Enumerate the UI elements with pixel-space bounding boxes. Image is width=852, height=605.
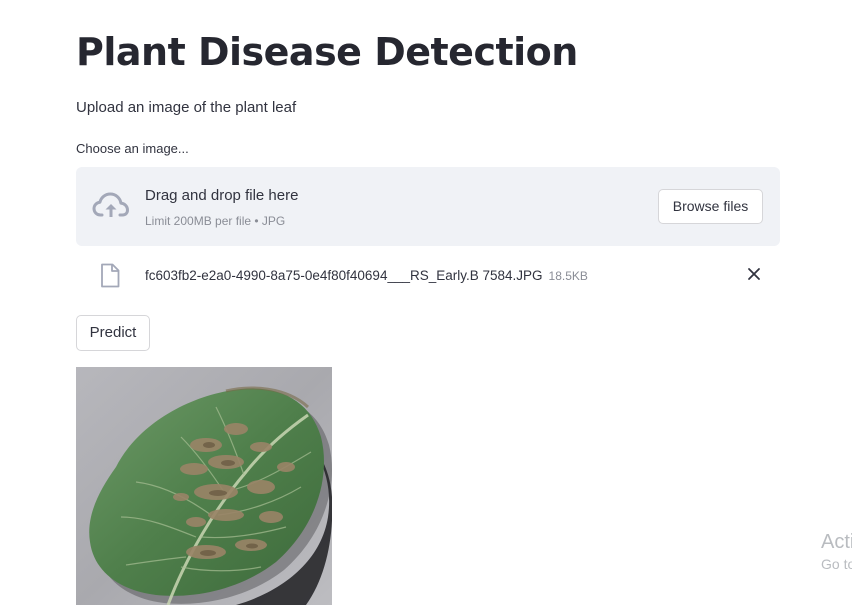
uploaded-file-size: 18.5KB [548, 269, 588, 283]
predict-button[interactable]: Predict [76, 315, 150, 351]
file-icon [101, 263, 120, 288]
uploaded-file-item: fc603fb2-e2a0-4990-8a75-0e4f80f40694___R… [76, 258, 780, 294]
close-icon[interactable] [747, 267, 761, 281]
page-title: Plant Disease Detection [76, 30, 578, 74]
cloud-upload-icon [92, 192, 129, 217]
file-dropzone[interactable]: Drag and drop file here Limit 200MB per … [76, 167, 780, 246]
watermark-line-2: Go to [821, 556, 852, 572]
leaf-photo [76, 367, 332, 605]
watermark-line-1: Acti [821, 531, 852, 553]
uploaded-file-name: fc603fb2-e2a0-4990-8a75-0e4f80f40694___R… [145, 267, 588, 285]
browse-files-button[interactable]: Browse files [658, 189, 763, 224]
file-name-text: fc603fb2-e2a0-4990-8a75-0e4f80f40694___R… [145, 268, 543, 283]
uploader-label: Choose an image... [76, 141, 189, 156]
dropzone-limit: Limit 200MB per file • JPG [145, 214, 286, 228]
uploaded-leaf-image [76, 367, 332, 605]
dropzone-instructions: Drag and drop file here [145, 187, 299, 204]
page-subtitle: Upload an image of the plant leaf [76, 99, 297, 116]
activation-watermark: Acti Go to [821, 530, 852, 574]
streamlit-app: Plant Disease Detection Upload an image … [0, 0, 852, 605]
